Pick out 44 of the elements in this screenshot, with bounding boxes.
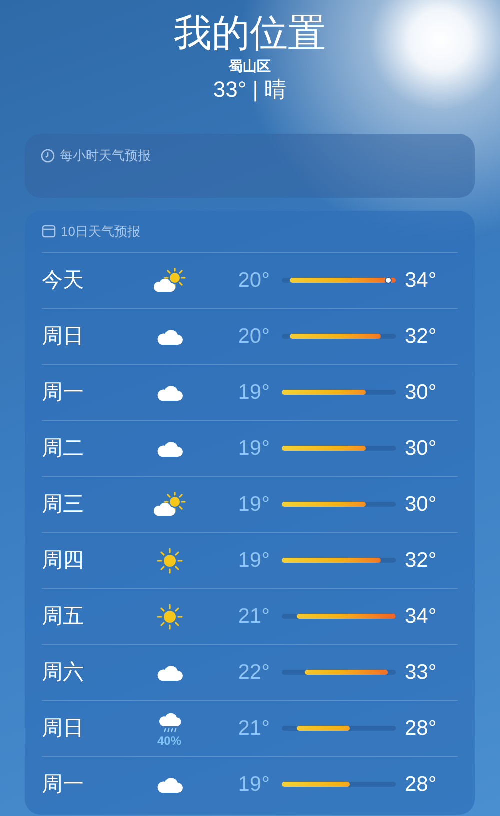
low-temperature: 21° xyxy=(237,604,271,630)
low-temperature: 20° xyxy=(237,268,271,294)
clock-icon xyxy=(41,148,55,163)
high-temperature: 28° xyxy=(405,772,437,798)
high-temperature: 33° xyxy=(405,660,437,686)
low-temperature: 21° xyxy=(237,716,271,742)
day-label: 周五 xyxy=(42,604,85,630)
sun-behind-cloud-icon xyxy=(152,268,186,294)
low-temperature: 20° xyxy=(237,324,271,350)
high-temperature: 30° xyxy=(405,492,437,518)
day-label: 周三 xyxy=(42,492,85,518)
precipitation-chance: 40% xyxy=(157,735,182,748)
day-label: 周一 xyxy=(42,380,85,406)
sun-icon xyxy=(156,604,182,630)
high-temperature: 28° xyxy=(405,716,437,742)
low-temperature: 22° xyxy=(237,660,271,686)
district-label: 蜀山区 xyxy=(229,57,271,75)
high-temperature: 32° xyxy=(405,324,437,350)
temperature-range-bar xyxy=(282,782,350,787)
day-label: 周二 xyxy=(42,436,85,462)
sun-behind-cloud-icon xyxy=(152,492,186,518)
day-label: 周日 xyxy=(42,324,85,350)
hourly-title: 每小时天气预报 xyxy=(60,147,151,165)
calendar-icon xyxy=(42,225,56,238)
low-temperature: 19° xyxy=(237,436,271,462)
low-temperature: 19° xyxy=(237,772,271,798)
day-label: 周一 xyxy=(42,772,85,798)
day-label: 今天 xyxy=(42,268,85,294)
day-label: 周六 xyxy=(42,660,85,686)
day-label: 周日 xyxy=(42,716,85,742)
high-temperature: 30° xyxy=(405,436,437,462)
low-temperature: 19° xyxy=(237,380,271,406)
high-temperature: 34° xyxy=(405,604,437,630)
low-temperature: 19° xyxy=(237,492,271,518)
temperature-range-bar xyxy=(297,726,350,731)
sun-icon xyxy=(156,548,182,574)
daily-title: 10日天气预报 xyxy=(61,222,140,241)
day-label: 周四 xyxy=(42,548,85,574)
location-title: 我的位置 xyxy=(174,12,326,56)
high-temperature: 34° xyxy=(405,268,437,294)
low-temperature: 19° xyxy=(237,548,271,574)
high-temperature: 32° xyxy=(405,548,437,574)
current-conditions: 33° | 晴 xyxy=(213,76,287,104)
high-temperature: 30° xyxy=(405,380,437,406)
